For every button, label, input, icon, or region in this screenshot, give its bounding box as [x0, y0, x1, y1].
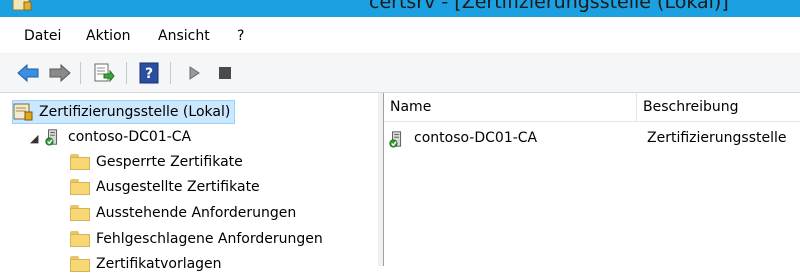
tree-item-root[interactable]: Zertifizierungsstelle (Lokal) [12, 100, 236, 124]
tree-item-label: Fehlgeschlagene Anforderungen [96, 231, 323, 247]
tree-item-label: Ausstehende Anforderungen [96, 205, 297, 221]
ca-server-icon [45, 129, 58, 146]
svg-text:?: ? [145, 66, 153, 82]
ca-server-icon [389, 131, 402, 148]
toolbar-separator [170, 62, 171, 84]
start-service-button[interactable] [182, 62, 206, 84]
tree-item-issued[interactable]: Ausgestellte Zertifikate [70, 175, 260, 199]
toolbar-separator [126, 62, 127, 84]
menu-help[interactable]: ? [237, 28, 244, 44]
column-header-name[interactable]: Name [384, 93, 637, 122]
details-pane: Name Beschreibung contoso-DC01-CA Zertif… [384, 93, 800, 266]
tree-item-label: Gesperrte Zertifikate [96, 154, 243, 170]
tree-item-label: Zertifizierungsstelle (Lokal) [39, 104, 231, 120]
toolbar-separator [80, 62, 81, 84]
certificate-authority-icon [12, 0, 32, 11]
tree-item-label: contoso-DC01-CA [68, 129, 192, 145]
list-cell-description: Zertifizierungsstelle [647, 130, 787, 146]
tree-item-label: Ausgestellte Zertifikate [96, 179, 260, 195]
menu-bar: Datei Aktion Ansicht ? [0, 17, 800, 54]
menu-datei[interactable]: Datei [24, 28, 61, 44]
back-button[interactable] [16, 62, 40, 84]
title-bar: certsrv - [Zertifizierungsstelle (Lokal)… [0, 0, 800, 17]
export-list-icon [94, 63, 115, 83]
column-header-label: Name [390, 99, 432, 115]
folder-icon [70, 231, 90, 247]
toolbar: ? [0, 54, 800, 93]
list-item[interactable]: contoso-DC01-CA Zertifizierungsstelle [384, 127, 800, 151]
tree-item-revoked[interactable]: Gesperrte Zertifikate [70, 150, 243, 174]
tree-pane: Zertifizierungsstelle (Lokal) ◢ contoso-… [0, 93, 379, 272]
tree-item-templates[interactable]: Zertifikatvorlagen [70, 252, 222, 276]
stop-icon [219, 67, 231, 79]
tree-item-ca[interactable]: contoso-DC01-CA [44, 125, 191, 149]
tree-item-pending[interactable]: Ausstehende Anforderungen [70, 201, 296, 225]
help-button[interactable]: ? [137, 62, 161, 84]
stop-service-button[interactable] [213, 62, 237, 84]
list-cell-name: contoso-DC01-CA [414, 130, 538, 146]
tree-item-failed[interactable]: Fehlgeschlagene Anforderungen [70, 227, 323, 251]
column-header-label: Beschreibung [643, 99, 739, 115]
export-list-button[interactable] [92, 62, 116, 84]
folder-icon [70, 154, 90, 170]
back-arrow-icon [17, 64, 39, 82]
help-icon: ? [139, 62, 159, 84]
folder-icon [70, 179, 90, 195]
play-icon [189, 66, 200, 80]
folder-icon [70, 256, 90, 272]
certificate-authority-icon [13, 103, 33, 121]
forward-arrow-icon [49, 64, 71, 82]
folder-icon [70, 205, 90, 221]
collapse-arrow-icon[interactable]: ◢ [30, 132, 38, 145]
column-header-description[interactable]: Beschreibung [637, 93, 800, 122]
forward-button[interactable] [48, 62, 72, 84]
tree-item-label: Zertifikatvorlagen [96, 256, 222, 272]
menu-ansicht[interactable]: Ansicht [158, 28, 210, 44]
menu-aktion[interactable]: Aktion [86, 28, 131, 44]
window-title: certsrv - [Zertifizierungsstelle (Lokal)… [369, 0, 729, 13]
